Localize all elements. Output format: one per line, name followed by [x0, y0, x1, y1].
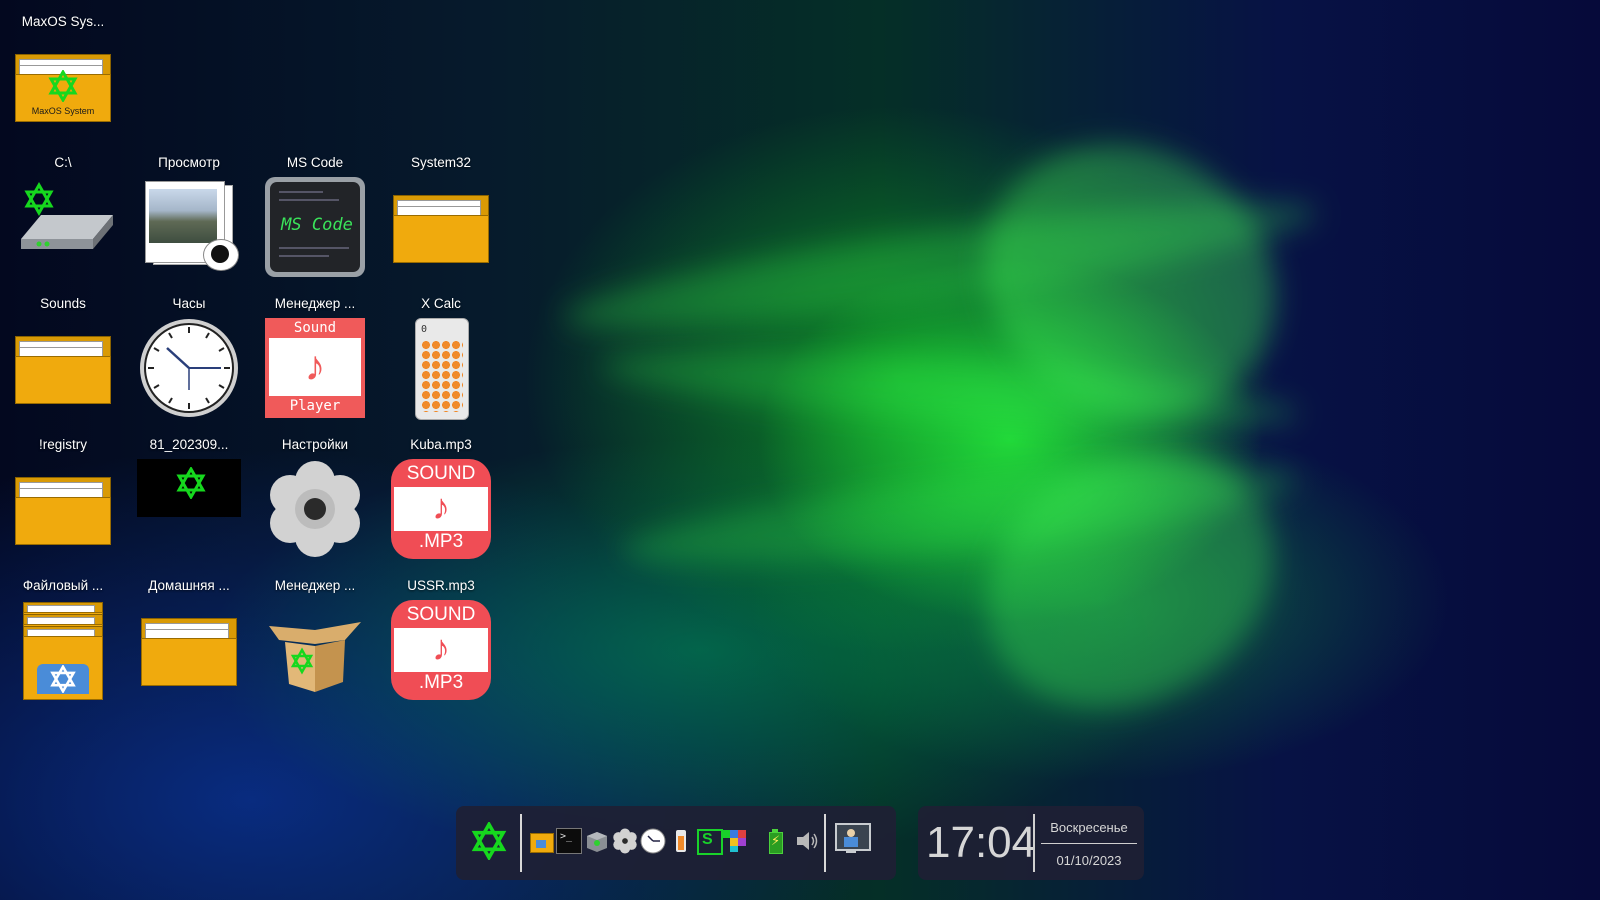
icon-label: MS Code: [286, 155, 344, 170]
volume-icon[interactable]: [794, 828, 820, 854]
sound-player-top-caption: Sound: [293, 320, 337, 336]
settings-gear-icon: [265, 459, 365, 559]
icon-label: !registry: [38, 437, 87, 452]
icon-label: 81_202309...: [149, 437, 229, 452]
folder-caption: MaxOS System: [31, 106, 95, 116]
clock-widget[interactable]: 17:04 Воскресенье 01/10/2023: [918, 806, 1144, 880]
settings-gear-icon[interactable]: [612, 828, 638, 854]
battery-icon[interactable]: ⚡: [764, 828, 790, 854]
mp3-top-caption: SOUND: [406, 463, 476, 484]
icon-label: Файловый ...: [22, 578, 104, 593]
desktop-icon-home-folder[interactable]: Домашняя ...: [126, 564, 252, 705]
package-box-icon: [265, 600, 365, 700]
desktop-icon-clock[interactable]: Часы: [126, 282, 252, 423]
calculator-display: 0: [421, 324, 428, 335]
star-icon: [48, 70, 78, 102]
folder-icon: [391, 177, 491, 277]
clock-separator: [1041, 843, 1137, 844]
desktop-icon-system32[interactable]: System32: [378, 141, 504, 282]
desktop-icon-package-manager[interactable]: Менеджер ...: [252, 564, 378, 705]
music-note-icon: ♪: [304, 342, 326, 389]
icon-label: MaxOS Sys...: [21, 14, 105, 29]
sound-player-bottom-caption: Player: [289, 398, 341, 414]
star-icon: [176, 467, 206, 499]
clock-time: 17:04: [926, 818, 1037, 867]
calculator-icon[interactable]: [668, 828, 694, 854]
desktop-icon-file-manager[interactable]: Файловый ...: [0, 564, 126, 705]
desktop-icon-c-drive[interactable]: C:\: [0, 141, 126, 282]
calculator-icon: 0: [391, 318, 491, 420]
drive-icon: [13, 177, 113, 277]
folder-icon: [13, 459, 113, 559]
desktop-icon-ussr-mp3[interactable]: USSR.mp3 SOUND ♪ .MP3: [378, 564, 504, 705]
image-viewer-icon: [139, 177, 239, 277]
file-manager-icon[interactable]: [528, 828, 554, 854]
desktop-icon-image-file[interactable]: 81_202309...: [126, 423, 252, 564]
desktop-icon-maxos-system[interactable]: MaxOS Sys... MaxOS System: [0, 0, 126, 141]
icon-label: Часы: [172, 296, 206, 311]
tetris-icon[interactable]: [722, 828, 748, 854]
desktop-icon-registry[interactable]: !registry: [0, 423, 126, 564]
taskbar-separator: [824, 814, 826, 872]
icon-label: Менеджер ...: [274, 578, 356, 593]
folder-icon: [13, 318, 113, 418]
desktop-icon-sounds[interactable]: Sounds: [0, 282, 126, 423]
music-note-icon: ♪: [432, 627, 450, 668]
desktop-icon-settings[interactable]: Настройки: [252, 423, 378, 564]
icon-label: Менеджер ...: [274, 296, 356, 311]
mp3-bottom-caption: .MP3: [418, 531, 464, 552]
mp3-top-caption: SOUND: [406, 604, 476, 625]
package-icon[interactable]: [584, 828, 610, 854]
clock-date: 01/10/2023: [1056, 853, 1122, 868]
icon-label: C:\: [54, 155, 72, 170]
icon-label: Домашняя ...: [148, 578, 230, 593]
music-note-icon: ♪: [432, 486, 450, 527]
clock-icon[interactable]: [640, 828, 666, 854]
star-icon: [50, 665, 76, 693]
desktop-icon-sound-player[interactable]: Менеджер ... Sound ♪ Player: [252, 282, 378, 423]
desktop-icon-kuba-mp3[interactable]: Kuba.mp3 SOUND ♪ .MP3: [378, 423, 504, 564]
icon-label: System32: [410, 155, 472, 170]
desktop-icon-x-calc[interactable]: X Calc 0: [378, 282, 504, 423]
icon-label: X Calc: [421, 296, 461, 311]
desktop-icon-ms-code[interactable]: MS Code MS Code: [252, 141, 378, 282]
clock-divider: [1033, 814, 1035, 872]
code-editor-caption: MS Code: [281, 215, 353, 235]
folder-icon: [139, 600, 239, 700]
code-icon[interactable]: S: [696, 828, 723, 855]
icon-label: Kuba.mp3: [410, 437, 472, 452]
file-manager-icon: [13, 600, 113, 700]
icon-label: Настройки: [281, 437, 349, 452]
desktop-icon-image-viewer[interactable]: Просмотр: [126, 141, 252, 282]
taskbar: >_ S ⚡: [456, 806, 896, 880]
folder-icon: MaxOS System: [13, 36, 113, 136]
clock-icon: [139, 318, 239, 418]
sound-player-icon: Sound ♪ Player: [265, 318, 365, 418]
icon-label: Просмотр: [158, 155, 220, 170]
code-editor-icon: MS Code: [265, 177, 365, 277]
mp3-bottom-caption: .MP3: [418, 672, 464, 693]
mp3-file-icon: SOUND ♪ .MP3: [391, 459, 491, 559]
icon-label: Sounds: [40, 296, 86, 311]
display-monitor-icon[interactable]: [834, 822, 871, 856]
desktop-wallpaper: MaxOS Sys... MaxOS System C:\ Просмотр M…: [0, 0, 1600, 900]
mp3-file-icon: SOUND ♪ .MP3: [391, 600, 491, 700]
image-thumbnail: [137, 459, 241, 559]
clock-day: Воскресенье: [1050, 820, 1128, 835]
icon-label: USSR.mp3: [407, 578, 475, 593]
terminal-icon[interactable]: >_: [556, 828, 582, 854]
star-menu-icon[interactable]: [470, 822, 508, 860]
taskbar-separator: [520, 814, 522, 872]
